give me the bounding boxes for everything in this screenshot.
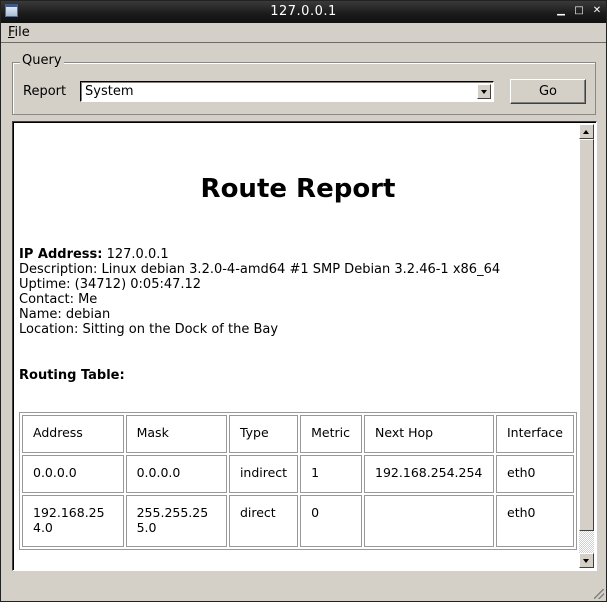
arrow-up-icon — [583, 130, 589, 134]
ip-address-label: IP Address: — [19, 247, 103, 262]
cell-next-hop — [364, 495, 494, 547]
header-next-hop: Next Hop — [364, 415, 494, 453]
header-address: Address — [22, 415, 124, 453]
resize-grip-icon[interactable] — [594, 589, 604, 599]
vertical-scrollbar[interactable] — [579, 124, 594, 568]
ip-address-line: IP Address: 127.0.0.1 — [19, 247, 500, 262]
report-title: Route Report — [200, 174, 396, 204]
name-line: Name: debian — [19, 307, 111, 322]
header-type: Type — [228, 415, 299, 453]
window-title: 127.0.0.1 — [270, 4, 337, 19]
routing-table: Address Mask Type Metric Next Hop Interf… — [19, 412, 577, 550]
menu-bar: File — [1, 23, 606, 43]
cell-interface: eth0 — [496, 455, 574, 493]
cell-type: direct — [228, 495, 299, 547]
go-button[interactable]: Go — [510, 79, 586, 104]
uptime-line: Uptime: (34712) 0:05:47.12 — [19, 277, 202, 292]
arrow-down-icon — [583, 559, 589, 563]
maximize-icon[interactable]: □ — [573, 5, 585, 17]
location-line: Location: Sitting on the Dock of the Bay — [19, 322, 279, 337]
menu-file-label: ile — [14, 25, 30, 40]
cell-mask: 255.255.255.0 — [125, 495, 227, 547]
description-line: Description: Linux debian 3.2.0-4-amd64 … — [19, 262, 501, 277]
ip-address-value: 127.0.0.1 — [102, 247, 169, 262]
scrollbar-track[interactable] — [579, 531, 594, 553]
app-window: 127.0.0.1 ▁ □ ✕ File Query Report System… — [0, 0, 607, 602]
cell-interface: eth0 — [496, 495, 574, 547]
minimize-icon[interactable]: ▁ — [555, 5, 567, 17]
header-mask: Mask — [125, 415, 227, 453]
table-row: 192.168.254.0 255.255.255.0 direct 0 eth… — [22, 495, 574, 547]
close-icon[interactable]: ✕ — [591, 5, 603, 17]
menu-file[interactable]: File — [8, 25, 30, 40]
title-bar[interactable]: 127.0.0.1 ▁ □ ✕ — [1, 1, 606, 23]
scroll-down-button[interactable] — [579, 553, 594, 568]
query-group-label: Query — [20, 53, 64, 68]
report-select[interactable]: System — [80, 81, 494, 102]
cell-mask: 0.0.0.0 — [125, 455, 227, 493]
table-row: 0.0.0.0 0.0.0.0 indirect 1 192.168.254.2… — [22, 455, 574, 493]
report-label: Report — [23, 84, 67, 99]
report-viewer[interactable]: Route Report IP Address: 127.0.0.1 Descr… — [12, 121, 597, 571]
cell-type: indirect — [228, 455, 299, 493]
cell-metric: 1 — [300, 455, 363, 493]
report-select-value: System — [85, 84, 134, 99]
routing-table-label: Routing Table: — [19, 368, 125, 383]
contact-line: Contact: Me — [19, 292, 98, 307]
chevron-down-icon — [481, 90, 487, 94]
cell-next-hop: 192.168.254.254 — [364, 455, 494, 493]
scroll-up-button[interactable] — [579, 124, 594, 139]
table-header-row: Address Mask Type Metric Next Hop Interf… — [22, 415, 574, 453]
cell-address: 192.168.254.0 — [22, 495, 124, 547]
scrollbar-thumb[interactable] — [579, 139, 594, 531]
header-metric: Metric — [300, 415, 363, 453]
header-interface: Interface — [496, 415, 574, 453]
system-info: IP Address: 127.0.0.1 Description: Linux… — [19, 247, 500, 337]
dropdown-button[interactable] — [477, 84, 491, 99]
cell-metric: 0 — [300, 495, 363, 547]
cell-address: 0.0.0.0 — [22, 455, 124, 493]
